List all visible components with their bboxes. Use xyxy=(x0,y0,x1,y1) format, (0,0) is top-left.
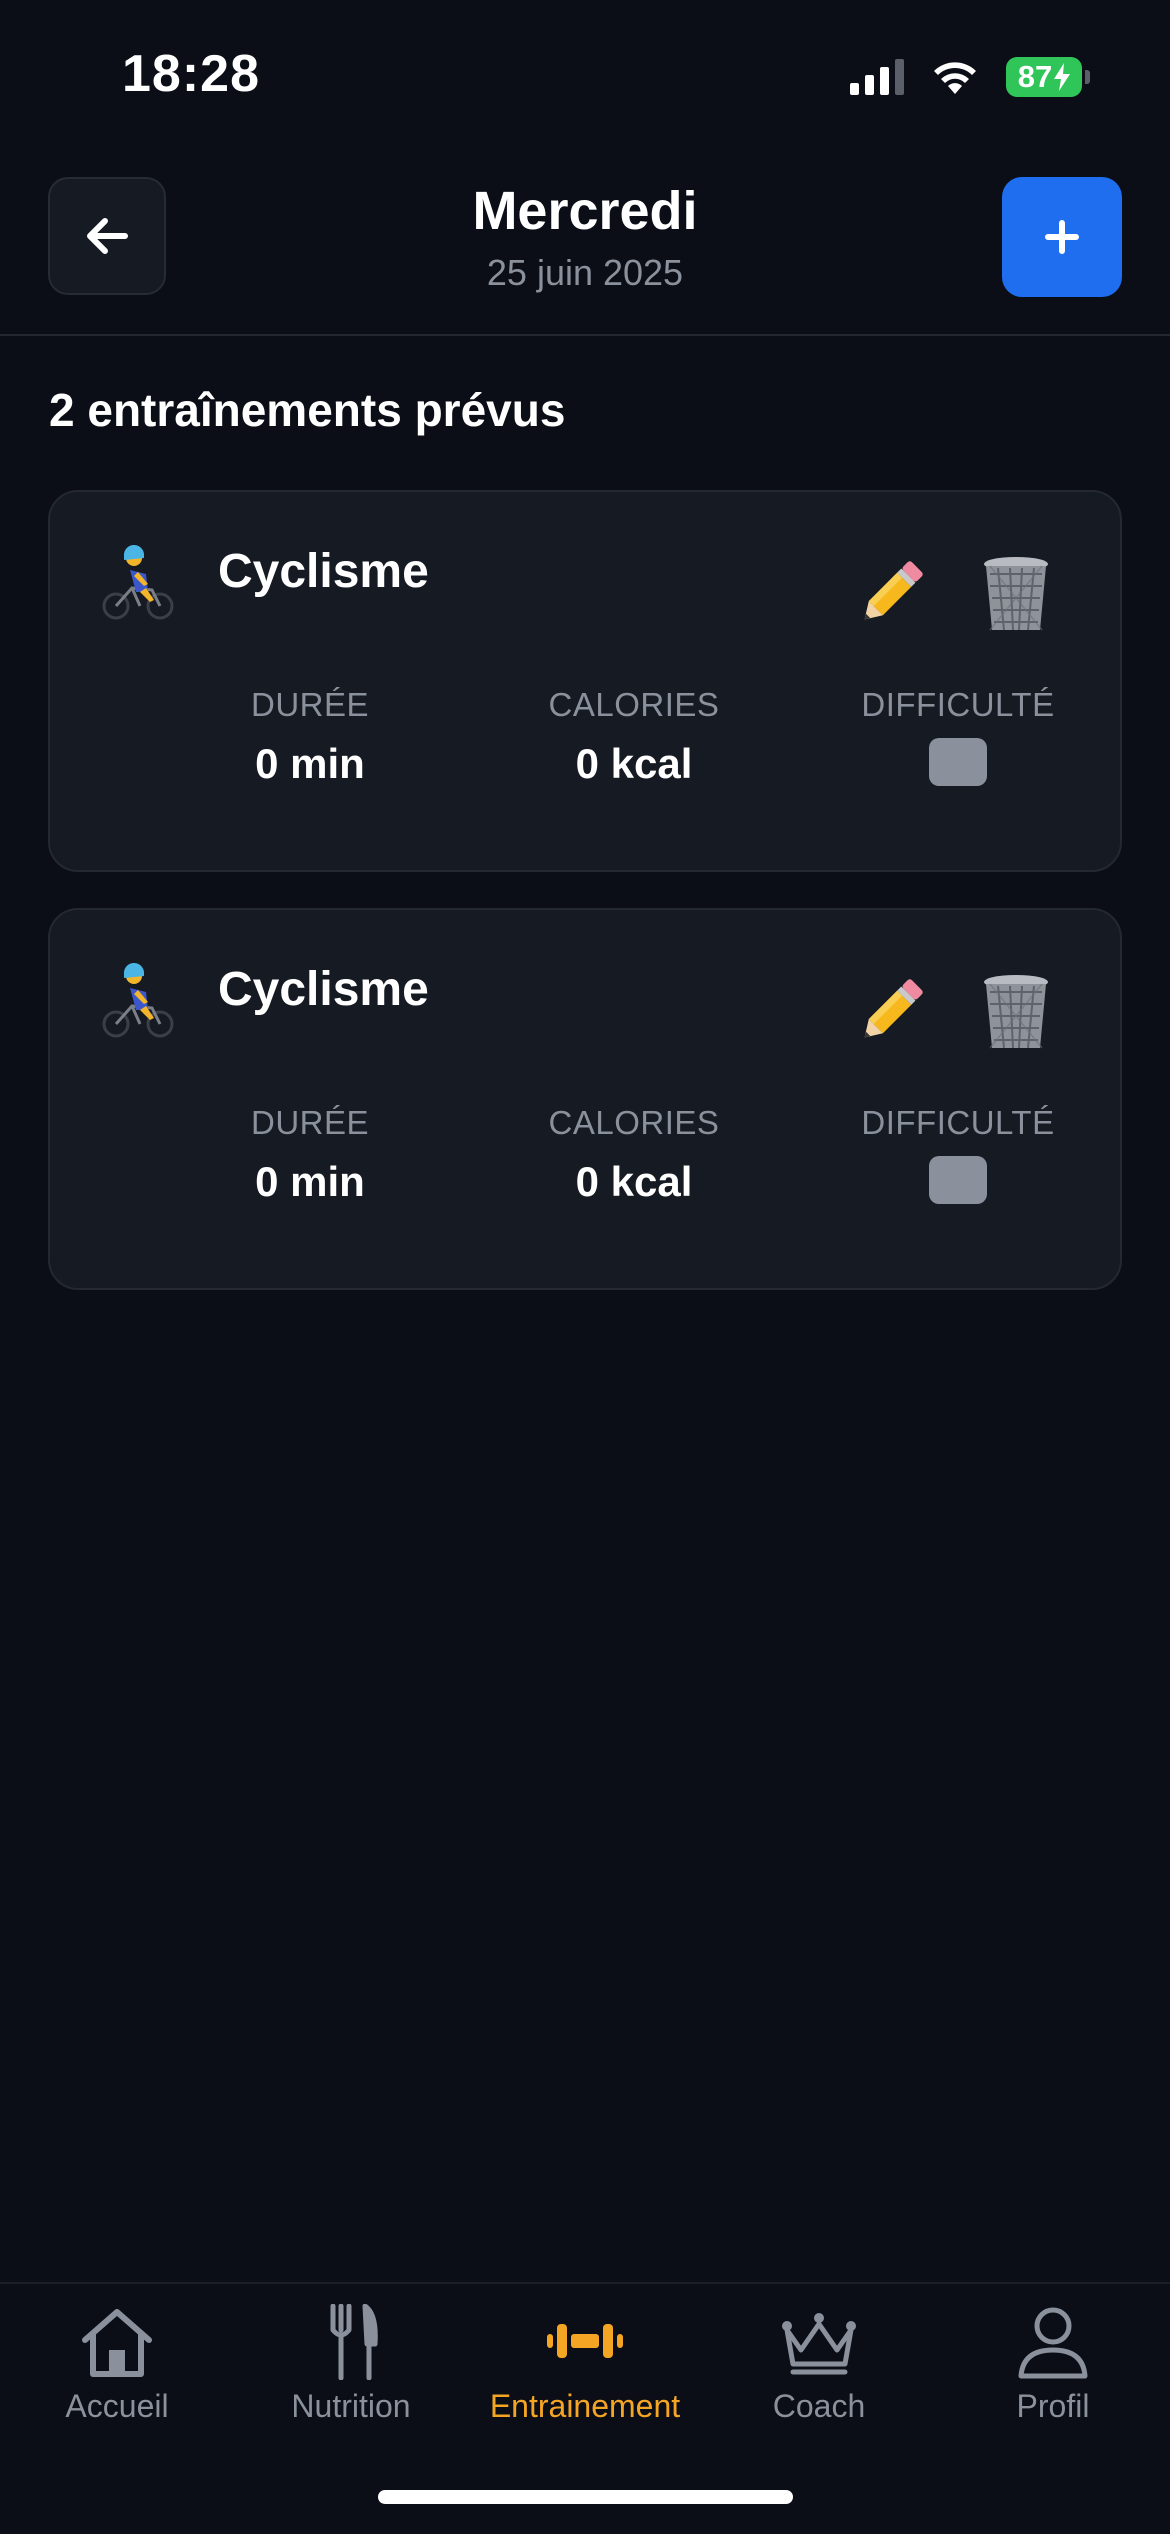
workout-card[interactable]: Cyclisme DURÉE 0 min CALORIES 0 kcal DIF… xyxy=(48,490,1122,872)
fork-knife-icon xyxy=(330,2304,378,2380)
stat-duration: DURÉE 0 min xyxy=(180,686,440,788)
stat-label: CALORIES xyxy=(548,1104,720,1141)
battery-level: 87 xyxy=(1017,59,1053,94)
wifi-icon xyxy=(934,62,976,94)
trash-icon[interactable] xyxy=(978,554,1054,634)
tab-accueil[interactable]: Accueil xyxy=(0,2304,234,2454)
stat-label: DURÉE xyxy=(250,1104,370,1141)
stat-duration: DURÉE 0 min xyxy=(180,1104,440,1206)
difficulty-indicator xyxy=(929,1156,987,1204)
stat-value: 0 min xyxy=(255,740,365,787)
stat-calories: CALORIES 0 kcal xyxy=(504,1104,764,1206)
status-icons: 87 xyxy=(850,56,1090,98)
tab-label: Nutrition xyxy=(291,2388,411,2424)
status-bar: 18:28 87 xyxy=(0,0,1170,150)
stat-label: DIFFICULTÉ xyxy=(861,686,1055,723)
status-time: 18:28 xyxy=(122,45,260,103)
workout-name: Cyclisme xyxy=(218,963,429,1016)
pencil-icon[interactable] xyxy=(850,554,930,634)
add-workout-button[interactable] xyxy=(1002,177,1122,297)
page-title: Mercredi xyxy=(472,181,698,241)
pencil-icon[interactable] xyxy=(850,972,930,1052)
difficulty-indicator xyxy=(929,738,987,786)
stat-value: 0 kcal xyxy=(575,740,693,787)
tab-label: Coach xyxy=(772,2388,866,2424)
plus-icon xyxy=(1045,220,1079,254)
tab-nutrition[interactable]: Nutrition xyxy=(234,2304,468,2454)
stat-value: 0 kcal xyxy=(575,1158,693,1205)
section-title: 2 entraînements prévus xyxy=(49,384,566,436)
stat-difficulty: DIFFICULTÉ xyxy=(828,686,1088,786)
workout-name: Cyclisme xyxy=(218,545,429,598)
dumbbell-icon xyxy=(547,2324,623,2358)
stat-value: 0 min xyxy=(255,1158,365,1205)
tab-entrainement[interactable]: Entrainement xyxy=(468,2304,702,2454)
cellular-signal-icon xyxy=(850,59,904,95)
workout-card[interactable]: Cyclisme DURÉE 0 min CALORIES 0 kcal DIF… xyxy=(48,908,1122,1290)
home-indicator[interactable] xyxy=(378,2490,793,2504)
user-icon xyxy=(1018,2307,1088,2379)
stat-calories: CALORIES 0 kcal xyxy=(504,686,764,788)
cyclist-icon xyxy=(102,962,174,1038)
tab-label: Entrainement xyxy=(489,2388,681,2424)
tab-label: Accueil xyxy=(65,2388,169,2424)
stat-label: DIFFICULTÉ xyxy=(861,1104,1055,1141)
battery-icon: 87 xyxy=(1006,57,1090,97)
home-icon xyxy=(82,2309,152,2377)
stat-difficulty: DIFFICULTÉ xyxy=(828,1104,1088,1204)
tab-label: Profil xyxy=(1016,2388,1090,2424)
stat-label: CALORIES xyxy=(548,686,720,723)
cyclist-icon xyxy=(102,544,174,620)
stat-label: DURÉE xyxy=(250,686,370,723)
charging-bolt-icon xyxy=(1054,63,1071,91)
page-date: 25 juin 2025 xyxy=(486,252,684,293)
crown-icon xyxy=(782,2313,856,2375)
tab-coach[interactable]: Coach xyxy=(702,2304,936,2454)
header: Mercredi 25 juin 2025 xyxy=(0,150,1170,336)
tab-profil[interactable]: Profil xyxy=(936,2304,1170,2454)
trash-icon[interactable] xyxy=(978,972,1054,1052)
